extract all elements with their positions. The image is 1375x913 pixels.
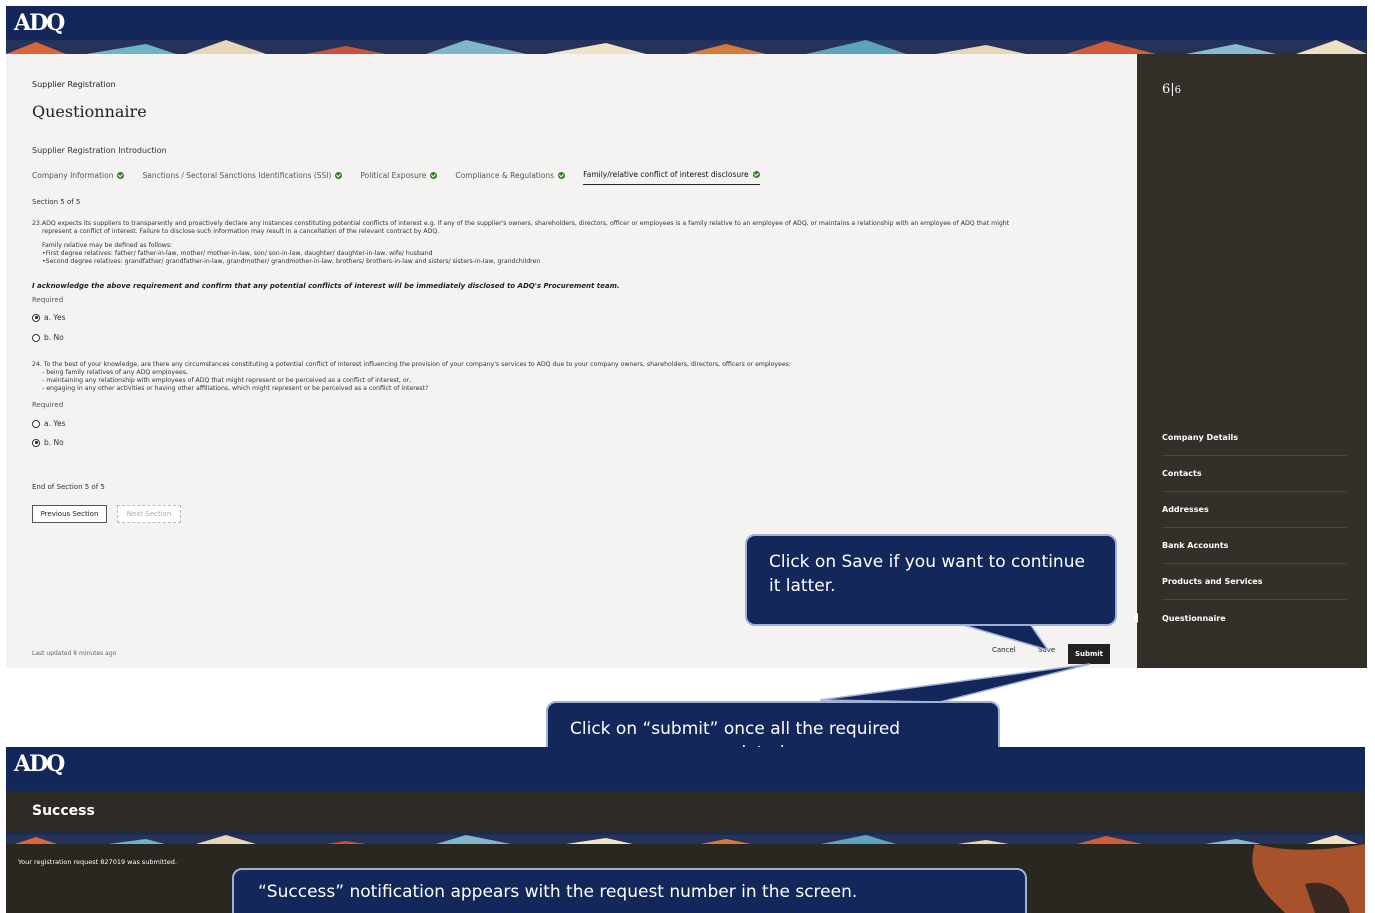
adq-logo: ADQ: [14, 751, 65, 777]
success-heading: Success: [32, 803, 95, 819]
success-header: ADQ: [6, 747, 1365, 791]
decorative-banner: [6, 832, 1365, 844]
save-callout: Click on Save if you want to continue it…: [745, 534, 1117, 626]
success-title-bar: Success: [6, 791, 1365, 832]
success-callout: “Success” notification appears with the …: [232, 868, 1027, 913]
decorative-shape: [1252, 844, 1365, 913]
success-message: Your registration request 827019 was sub…: [18, 858, 177, 866]
tutorial-page: ADQ Supplier Registration Questionnaire …: [0, 0, 1375, 913]
